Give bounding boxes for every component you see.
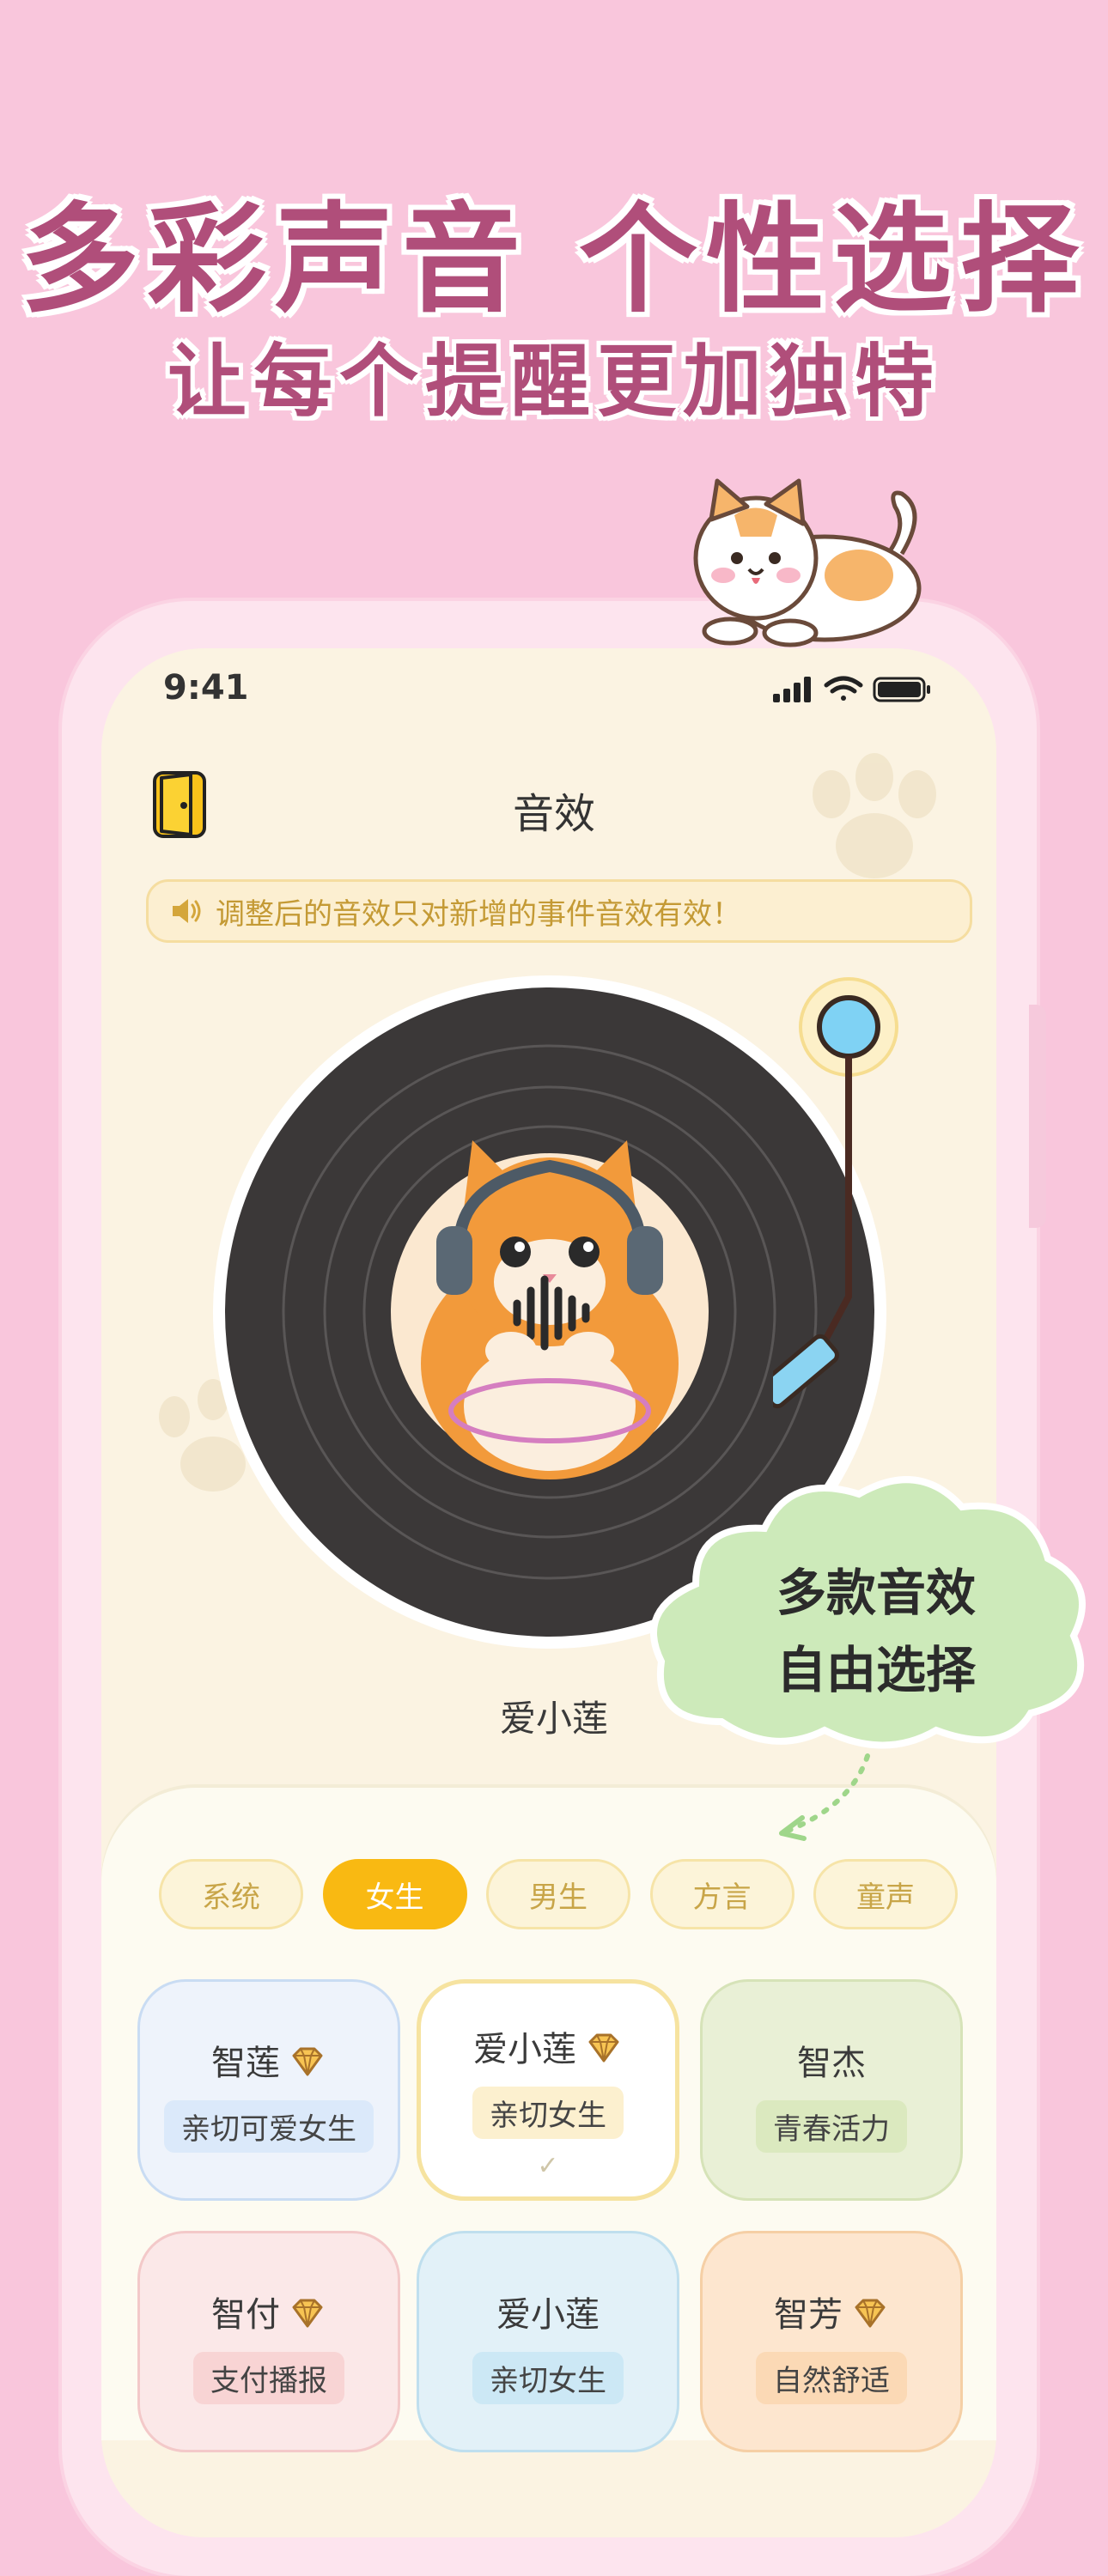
voice-card[interactable]: 智芳自然舒适 [700,2231,963,2452]
voice-tag: 青春活力 [756,2100,907,2153]
callout-line-2: 自由选择 [776,1641,976,1699]
voice-card[interactable]: 智杰 青春活力 [700,1979,963,2201]
promo-headline: 多彩声音 个性选择 [20,191,1088,329]
page-title: 音效 [512,790,595,838]
diamond-icon [289,2297,326,2328]
checkmark-icon: ✓ [537,2151,559,2181]
voice-tag: 自然舒适 [756,2352,907,2404]
tab-4[interactable]: 童声 [813,1859,958,1929]
voice-tag: 支付播报 [193,2352,344,2404]
callout-text: 多款音效 自由选择 [704,1554,1048,1709]
tab-0[interactable]: 系统 [159,1859,303,1929]
tab-1[interactable]: 女生 [322,1859,467,1929]
notice-text: 调整后的音效只对新增的事件音效有效！ [216,896,741,932]
diamond-icon [851,2297,889,2328]
voice-name: 智付 [211,2295,280,2335]
voice-name-row: 爱小莲 [419,2287,677,2336]
cellular-signal-icon [773,677,811,702]
voice-name: 智莲 [211,2044,280,2083]
diamond-icon [585,2032,623,2063]
voice-name: 智芳 [774,2295,843,2335]
voice-name: 爱小莲 [473,2030,576,2069]
promo-subline: 让每个提醒更加独特 [167,336,941,428]
notice-banner: 调整后的音效只对新增的事件音效有效！ [146,879,972,943]
voice-card[interactable]: 爱小莲亲切女生 ✓ [417,1979,679,2201]
speaker-icon [173,899,201,923]
voice-name-row: 爱小莲 [421,2021,675,2071]
voice-name: 智杰 [797,2044,866,2083]
voice-name-row: 智莲 [140,2035,398,2085]
tonearm-icon[interactable] [773,970,928,1485]
voice-name-row: 智芳 [703,2287,960,2336]
voice-name: 爱小莲 [496,2295,600,2335]
voice-tag: 亲切可爱女生 [164,2100,374,2153]
voice-name-row: 智付 [140,2287,398,2336]
voice-card[interactable]: 智莲亲切可爱女生 [137,1979,400,2201]
diamond-icon [289,2045,326,2076]
tab-3[interactable]: 方言 [649,1859,794,1929]
sleeping-cat-illustration-icon [693,478,922,647]
voice-tag: 亲切女生 [472,2087,624,2139]
voice-name-row: 智杰 [703,2035,960,2085]
tab-2[interactable]: 男生 [486,1859,630,1929]
dotted-arrow-icon [779,1753,870,1841]
voice-tag: 亲切女生 [472,2352,624,2404]
wifi-icon [824,676,863,701]
status-icons [773,676,930,702]
phone-side-button [1029,1005,1046,1228]
voice-card[interactable]: 智付支付播报 [137,2231,400,2452]
status-time: 9:41 [163,668,249,708]
battery-icon [873,677,930,702]
voice-card[interactable]: 爱小莲 亲切女生 [417,2231,679,2452]
callout-line-1: 多款音效 [776,1564,976,1622]
voice-category-tabs: 系统 女生 男生 方言 童声 [159,1859,958,1933]
